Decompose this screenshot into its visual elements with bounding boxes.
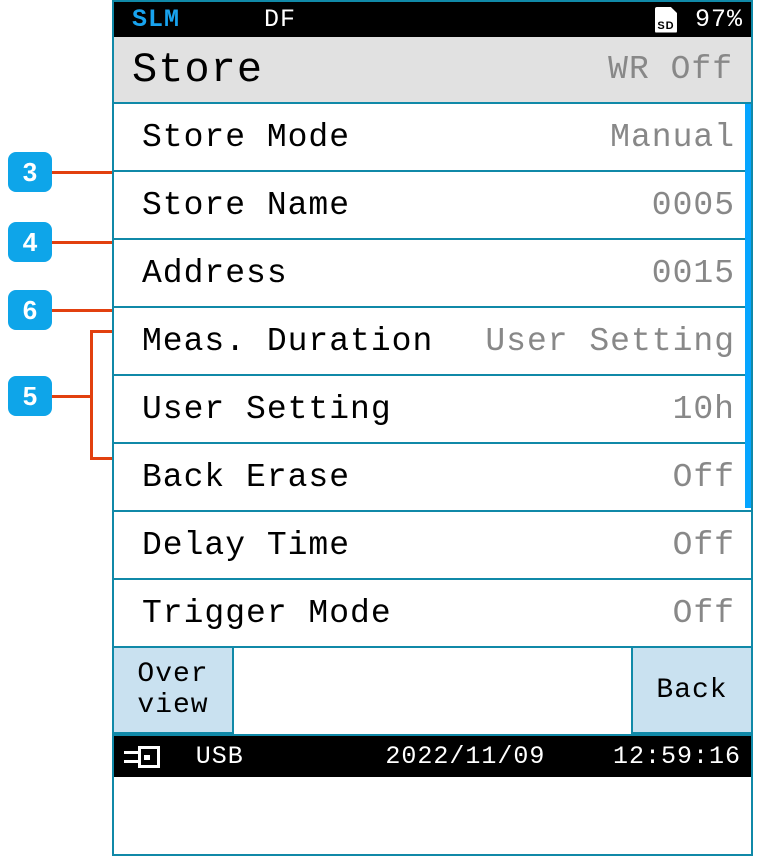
callout-5: 5 xyxy=(8,376,90,416)
row-label: Delay Time xyxy=(142,527,350,564)
row-value: Off xyxy=(673,595,735,632)
callout-badge: 5 xyxy=(8,376,52,416)
row-trigger-mode[interactable]: Trigger Mode Off xyxy=(114,580,751,648)
row-value: Off xyxy=(673,527,735,564)
df-indicator: DF xyxy=(264,5,655,34)
row-label: Trigger Mode xyxy=(142,595,392,632)
top-status-bar: SLM DF 97% xyxy=(114,2,751,37)
sd-card-icon xyxy=(655,7,677,33)
settings-list: Store Mode Manual Store Name 0005 Addres… xyxy=(114,104,751,648)
row-value: Manual xyxy=(610,119,735,156)
callout-bracket xyxy=(90,330,114,460)
row-value: 0015 xyxy=(652,255,735,292)
row-label: Back Erase xyxy=(142,459,350,496)
row-value: User Setting xyxy=(485,323,735,360)
device-screen: SLM DF 97% Store WR Off Store Mode Manua… xyxy=(112,0,753,856)
screen-title: Store xyxy=(132,46,263,94)
row-label: Address xyxy=(142,255,288,292)
scrollbar[interactable] xyxy=(745,104,751,508)
bottom-status-bar: USB 2022/11/09 12:59:16 xyxy=(114,736,751,777)
date-display: 2022/11/09 xyxy=(385,742,613,771)
wr-status: WR Off xyxy=(608,51,733,88)
callout-badge: 3 xyxy=(8,152,52,192)
row-delay-time[interactable]: Delay Time Off xyxy=(114,512,751,580)
row-label: Meas. Duration xyxy=(142,323,433,360)
row-value: Off xyxy=(673,459,735,496)
button-label-line1: Over xyxy=(137,659,208,690)
usb-status: USB xyxy=(196,742,386,771)
row-store-name[interactable]: Store Name 0005 xyxy=(114,172,751,240)
back-button[interactable]: Back xyxy=(631,648,751,734)
mode-indicator: SLM xyxy=(122,5,264,34)
callout-badge: 4 xyxy=(8,222,52,262)
row-label: User Setting xyxy=(142,391,392,428)
row-meas-duration[interactable]: Meas. Duration User Setting xyxy=(114,308,751,376)
power-plug-icon xyxy=(124,746,166,768)
button-label: Back xyxy=(656,675,727,706)
row-value: 10h xyxy=(673,391,735,428)
time-display: 12:59:16 xyxy=(613,742,741,771)
row-user-setting[interactable]: User Setting 10h xyxy=(114,376,751,444)
overview-button[interactable]: Over view xyxy=(114,648,234,734)
row-label: Store Name xyxy=(142,187,350,224)
row-label: Store Mode xyxy=(142,119,350,156)
row-address[interactable]: Address 0015 xyxy=(114,240,751,308)
button-label-line2: view xyxy=(137,690,208,721)
callout-line xyxy=(52,395,90,398)
callout-badge: 6 xyxy=(8,290,52,330)
row-store-mode[interactable]: Store Mode Manual xyxy=(114,104,751,172)
screen-title-bar: Store WR Off xyxy=(114,37,751,104)
button-bar: Over view Back xyxy=(114,648,751,736)
battery-level: 97% xyxy=(695,5,743,34)
row-back-erase[interactable]: Back Erase Off xyxy=(114,444,751,512)
row-value: 0005 xyxy=(652,187,735,224)
